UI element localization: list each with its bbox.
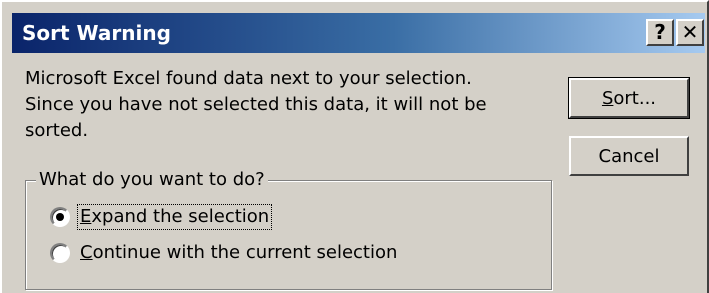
close-icon: ✕ xyxy=(681,20,699,44)
radio-selected-icon[interactable] xyxy=(50,207,70,227)
sort-options-group: What do you want to do? Expand the selec… xyxy=(25,168,552,290)
radio-unselected-icon[interactable] xyxy=(50,243,70,263)
cancel-button[interactable]: Cancel xyxy=(569,136,689,176)
help-button[interactable]: ? xyxy=(646,19,674,46)
sort-warning-dialog: Sort Warning ? ✕ Microsoft Excel found d… xyxy=(0,0,709,293)
message-line: Since you have not selected this data, i… xyxy=(25,94,487,115)
radio-continue-label: Continue with the current selection xyxy=(80,242,398,263)
title-bar: Sort Warning ? ✕ xyxy=(12,13,705,53)
radio-expand-label: Expand the selection xyxy=(76,204,273,230)
help-icon: ? xyxy=(654,20,666,44)
radio-continue-current-selection[interactable]: Continue with the current selection xyxy=(50,239,399,267)
dialog-title: Sort Warning xyxy=(22,21,171,45)
cancel-button-label: Cancel xyxy=(598,145,660,167)
sort-button[interactable]: Sort... xyxy=(568,77,690,119)
message-line: Microsoft Excel found data next to your … xyxy=(25,68,472,89)
close-button[interactable]: ✕ xyxy=(676,19,704,46)
radio-expand-selection[interactable]: Expand the selection xyxy=(50,203,273,231)
group-legend: What do you want to do? xyxy=(36,168,268,192)
warning-message: Microsoft Excel found data next to your … xyxy=(25,66,555,144)
sort-button-label: Sort... xyxy=(601,87,657,109)
message-line: sorted. xyxy=(25,120,89,141)
